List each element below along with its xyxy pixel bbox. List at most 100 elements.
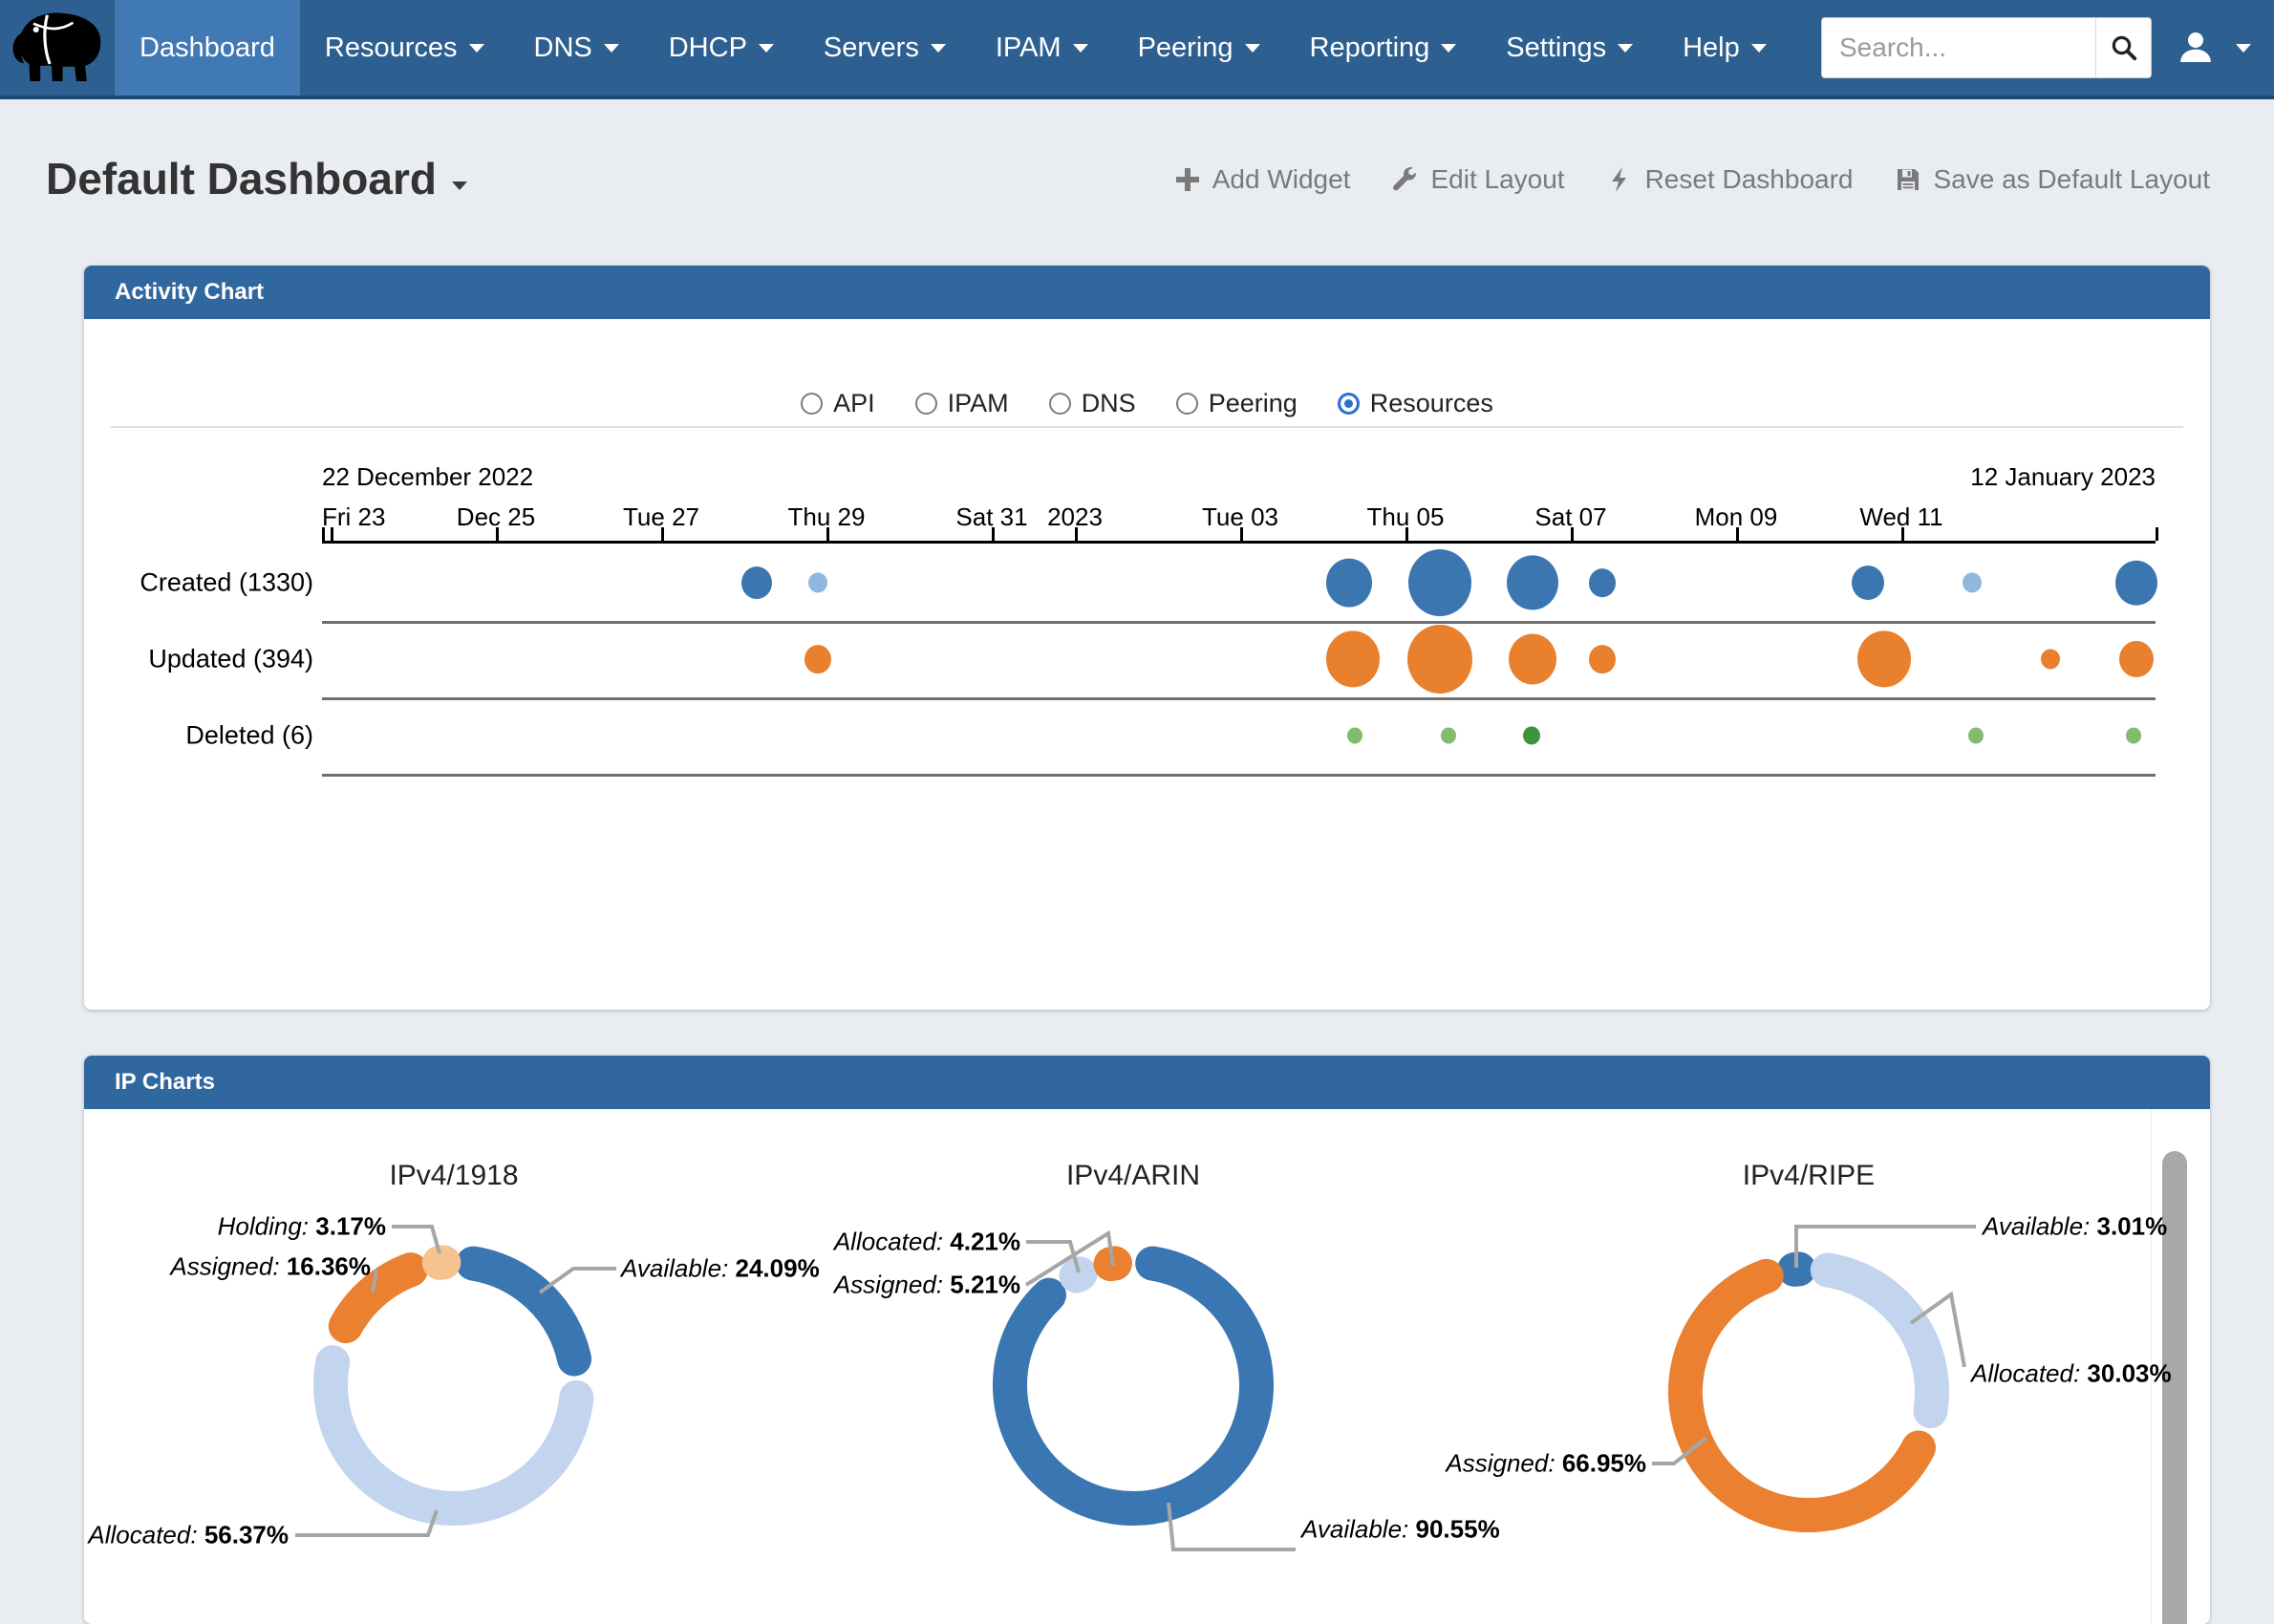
chevron-down-icon — [604, 44, 619, 53]
edit-layout-button[interactable]: Edit Layout — [1392, 164, 1564, 195]
add-widget-button[interactable]: Add Widget — [1174, 164, 1351, 195]
donut-segment-allocated — [1828, 1271, 1932, 1412]
search-button[interactable] — [2095, 18, 2151, 77]
timeline-row-label: Created (1330) — [94, 568, 313, 598]
timeline-tick — [1075, 527, 1078, 541]
timeline-tick — [661, 527, 664, 541]
save-as-default-layout-button[interactable]: Save as Default Layout — [1895, 164, 2210, 195]
nav-item-dns[interactable]: DNS — [509, 0, 644, 96]
timeline-tick — [1240, 527, 1243, 541]
donut-label-available: Available: 3.01% — [1983, 1212, 2167, 1242]
timeline-bubble — [2041, 649, 2060, 669]
user-menu[interactable] — [2177, 29, 2251, 67]
save-icon — [1895, 166, 1921, 193]
timeline-tick — [1571, 527, 1574, 541]
chevron-down-icon — [1618, 44, 1633, 53]
action-label: Add Widget — [1212, 164, 1351, 195]
timeline-bubble — [2126, 728, 2141, 744]
timeline-tick — [496, 527, 499, 541]
nav-item-label: Dashboard — [139, 32, 275, 64]
mammoth-logo-icon — [8, 4, 111, 90]
timeline-bubble — [1589, 568, 1616, 597]
chevron-down-icon — [1245, 44, 1260, 53]
nav-item-dhcp[interactable]: DHCP — [644, 0, 799, 96]
nav-item-label: Servers — [824, 32, 919, 64]
timeline-bubble — [1441, 728, 1456, 744]
donut-label-assigned: Assigned: 5.21% — [834, 1271, 1020, 1300]
timeline-row-label: Deleted (6) — [94, 721, 313, 751]
timeline-bubble — [1509, 634, 1556, 685]
nav-item-label: IPAM — [996, 32, 1062, 64]
brand-logo[interactable] — [8, 4, 111, 92]
nav-item-label: Reporting — [1310, 32, 1430, 64]
nav-item-settings[interactable]: Settings — [1481, 0, 1658, 96]
chevron-down-icon — [1751, 44, 1767, 53]
search-icon — [2110, 33, 2138, 62]
nav-item-dashboard[interactable]: Dashboard — [115, 0, 300, 96]
timeline-tick — [1901, 527, 1904, 541]
timeline-bubble — [1347, 728, 1362, 744]
nav-item-label: DNS — [534, 32, 592, 64]
donut-label-allocated: Allocated: 4.21% — [834, 1228, 1020, 1257]
top-navbar: Dashboard Resources DNS DHCP Servers IPAM Peer… — [0, 0, 2274, 99]
chevron-down-icon — [1073, 44, 1088, 53]
nav-item-label: Settings — [1506, 32, 1606, 64]
nav-item-help[interactable]: Help — [1658, 0, 1791, 96]
timeline-bubble — [1507, 555, 1558, 609]
page-title[interactable]: Default Dashboard — [46, 153, 467, 204]
donut-title: IPv4/1918 — [311, 1160, 597, 1192]
user-icon — [2177, 29, 2215, 67]
timeline-axis — [322, 541, 2156, 544]
donut-segment-available — [1010, 1264, 1256, 1508]
timeline-tick — [2156, 527, 2158, 541]
timeline-tick — [992, 527, 995, 541]
timeline-bubble — [1852, 566, 1884, 600]
timeline-tick — [1736, 527, 1739, 541]
chevron-down-icon — [469, 44, 484, 53]
timeline-row-separator — [322, 697, 2156, 700]
timeline-bubble — [2119, 641, 2154, 677]
plus-icon — [1174, 166, 1201, 193]
wrench-icon — [1392, 166, 1419, 193]
dashboard-select-caret-icon — [452, 182, 467, 190]
timeline-tick — [826, 527, 829, 541]
donut-label-assigned: Assigned: 66.95% — [1446, 1449, 1646, 1479]
ip-charts-panel: IP Charts IPv4/1918 Holding: 3.17% Assigne… — [84, 1056, 2210, 1624]
timeline-bubble — [1968, 728, 1984, 744]
nav-item-resources[interactable]: Resources — [300, 0, 509, 96]
timeline-tick — [1405, 527, 1408, 541]
nav-item-reporting[interactable]: Reporting — [1285, 0, 1482, 96]
donut-label-available: Available: 90.55% — [1301, 1515, 1500, 1545]
action-label: Save as Default Layout — [1933, 164, 2210, 195]
timeline-bubble — [804, 645, 831, 673]
donut-title: IPv4/RIPE — [1665, 1160, 1952, 1192]
timeline-bubble — [2115, 561, 2157, 606]
timeline-bubble — [1407, 625, 1472, 694]
chevron-down-icon — [1441, 44, 1456, 53]
timeline-bubble — [1326, 559, 1372, 608]
nav-item-label: Resources — [325, 32, 458, 64]
page-title-text: Default Dashboard — [46, 153, 437, 204]
timeline-bubble — [741, 566, 772, 599]
nav-item-ipam[interactable]: IPAM — [971, 0, 1113, 96]
bolt-icon — [1607, 166, 1634, 193]
nav-item-peering[interactable]: Peering — [1113, 0, 1285, 96]
timeline-bubble — [808, 572, 827, 592]
donut-title: IPv4/ARIN — [990, 1160, 1276, 1192]
search-box — [1821, 17, 2152, 78]
donut-segment-allocated — [1077, 1274, 1081, 1276]
timeline-bubble — [1857, 630, 1911, 687]
timeline-row-separator — [322, 774, 2156, 777]
donut-label-holding: Holding: 3.17% — [218, 1212, 386, 1242]
ip-charts-title: IP Charts — [115, 1069, 215, 1096]
reset-dashboard-button[interactable]: Reset Dashboard — [1607, 164, 1854, 195]
timeline-period-end: 12 January 2023 — [1970, 462, 2156, 492]
user-menu-caret-icon — [2236, 44, 2251, 53]
nav-item-servers[interactable]: Servers — [799, 0, 971, 96]
search-input[interactable] — [1822, 18, 2095, 77]
activity-chart-title: Activity Chart — [115, 279, 264, 306]
timeline-period-start: 22 December 2022 — [322, 462, 533, 492]
timeline-row-separator — [322, 621, 2156, 624]
activity-timeline-chart: 22 December 202212 January 2023Fri 23Dec… — [84, 319, 2210, 1010]
donut-segment-allocated — [331, 1362, 576, 1508]
